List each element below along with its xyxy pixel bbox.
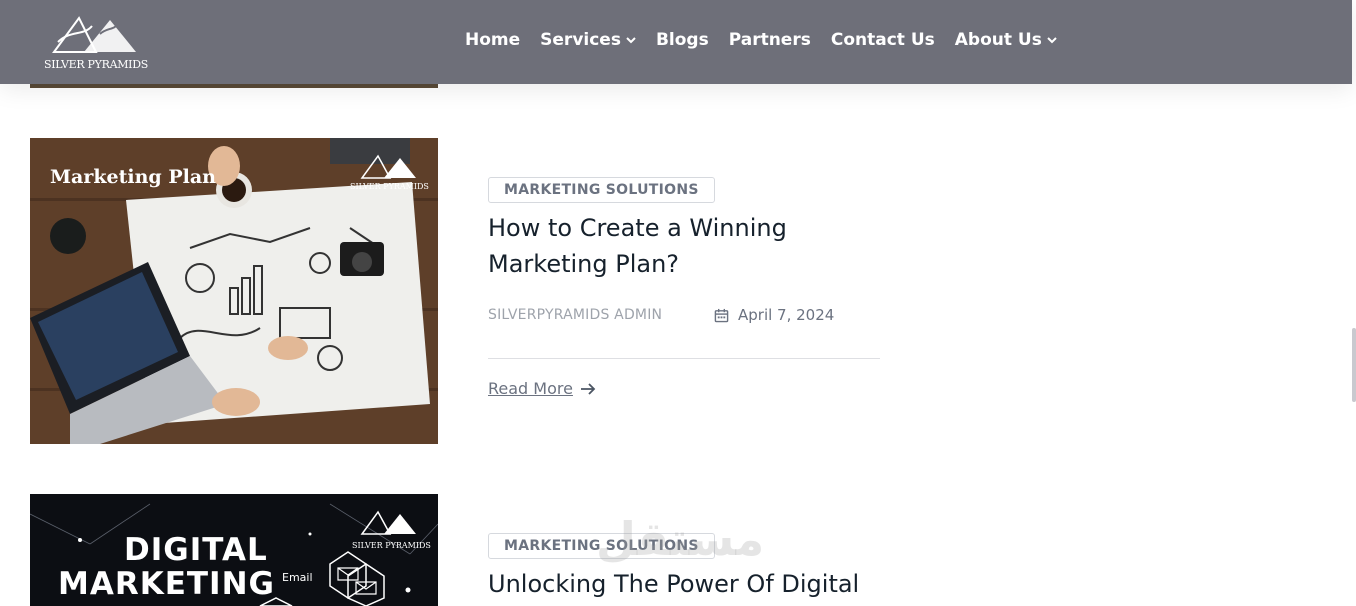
read-more-link[interactable]: Read More <box>488 379 596 398</box>
calendar-icon <box>714 308 729 322</box>
nav-home[interactable]: Home <box>465 30 520 50</box>
logo-text: SILVER PYRAMIDS <box>44 58 148 71</box>
pyramid-logo-icon <box>360 510 416 535</box>
post-image-logo-text: SILVER PYRAMIDS <box>352 541 431 550</box>
post-image-email-label: Email <box>282 571 313 584</box>
post-title[interactable]: Unlocking The Power Of Digital <box>488 566 908 602</box>
pyramid-logo-icon <box>360 154 416 179</box>
post-divider <box>488 358 880 359</box>
nav-partners[interactable]: Partners <box>729 30 811 50</box>
scrollbar-thumb[interactable] <box>1352 328 1356 402</box>
nav-contact-us[interactable]: Contact Us <box>831 30 935 50</box>
nav-blogs[interactable]: Blogs <box>656 30 709 50</box>
site-header: SILVER PYRAMIDS Home Services Blogs Part… <box>0 0 1352 84</box>
main-nav: Home Services Blogs Partners Contact Us … <box>465 30 1077 50</box>
nav-about-us[interactable]: About Us <box>955 30 1057 50</box>
post-date-text: April 7, 2024 <box>738 306 835 324</box>
post-category-badge[interactable]: MARKETING SOLUTIONS <box>488 177 715 203</box>
watermark: مستقل <box>596 512 765 566</box>
post-image-title-line2: MARKETING <box>58 566 275 602</box>
post-image-marketing-plan[interactable]: Marketing Plan SILVER PYRAMIDS <box>30 138 438 444</box>
read-more-label: Read More <box>488 379 573 398</box>
arrow-right-icon <box>580 382 596 395</box>
site-logo[interactable]: SILVER PYRAMIDS <box>44 12 148 72</box>
post-author[interactable]: SILVERPYRAMIDS ADMIN <box>488 307 662 323</box>
nav-services[interactable]: Services <box>540 30 636 50</box>
chevron-down-icon <box>626 37 636 44</box>
nav-about-us-label: About Us <box>954 30 1042 50</box>
post-image-title-line1: DIGITAL <box>124 532 268 568</box>
post-image-title: Marketing Plan <box>50 166 216 188</box>
chevron-down-icon <box>1047 37 1057 44</box>
post-title[interactable]: How to Create a Winning Marketing Plan? <box>488 210 888 282</box>
nav-contact-us-label: Contact Us <box>830 30 935 50</box>
post-date: April 7, 2024 <box>714 306 834 324</box>
post-image-digital-marketing[interactable]: DIGITAL MARKETING Email SILVER PYRAMIDS <box>30 494 438 606</box>
nav-partners-label: Partners <box>728 30 811 50</box>
nav-home-label: Home <box>465 30 521 50</box>
nav-services-label: Services <box>540 30 621 50</box>
pyramid-logo-icon <box>52 16 136 53</box>
nav-blogs-label: Blogs <box>655 30 709 50</box>
post-image-logo-text: SILVER PYRAMIDS <box>350 182 429 191</box>
